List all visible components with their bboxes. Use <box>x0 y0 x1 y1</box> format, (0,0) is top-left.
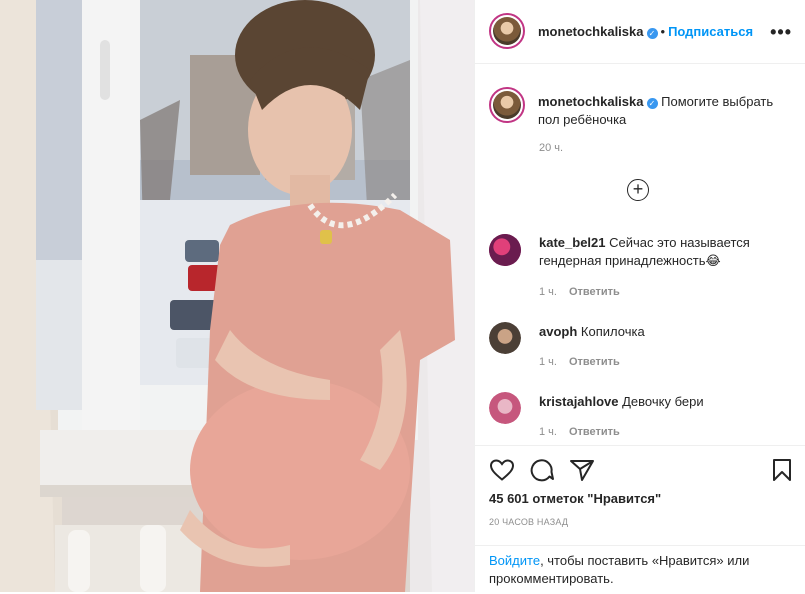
caption-avatar[interactable] <box>489 87 525 123</box>
comment-body: avoph Копилочка <box>539 323 779 341</box>
reply-button[interactable]: Ответить <box>569 286 620 298</box>
follow-button[interactable]: Подписаться <box>668 24 753 39</box>
login-prompt: Войдите, чтобы поставить «Нравится» или … <box>475 545 805 594</box>
post-photo-illustration <box>0 0 474 592</box>
header-user-line: monetochkaliska ✓ • Подписаться <box>538 23 753 41</box>
post-header: monetochkaliska ✓ • Подписаться ••• <box>475 0 805 64</box>
likes-count[interactable]: 45 601 отметок "Нравится" <box>489 491 661 506</box>
reply-button[interactable]: Ответить <box>569 426 620 438</box>
commenter-avatar[interactable] <box>489 322 521 354</box>
comment-time: 1 ч. <box>539 286 557 298</box>
caption-time: 20 ч. <box>539 142 564 154</box>
post-photo[interactable] <box>0 0 474 592</box>
login-text: Войдите, чтобы поставить «Нравится» или … <box>489 552 789 588</box>
login-link[interactable]: Войдите <box>489 553 540 568</box>
post-sidebar: monetochkaliska ✓ • Подписаться ••• monetoc… <box>474 0 805 592</box>
comment-body: kristajahlove Девочку бери <box>539 393 779 411</box>
reply-button[interactable]: Ответить <box>569 356 620 368</box>
commenter-username[interactable]: kristajahlove <box>539 394 619 409</box>
posted-time[interactable]: 20 ЧАСОВ НАЗАД <box>489 517 568 527</box>
commenter-username[interactable]: kate_bel21 <box>539 235 606 250</box>
commenter-avatar[interactable] <box>489 234 521 266</box>
comment-text: Девочку бери <box>622 394 704 409</box>
load-more-comments-button[interactable]: + <box>627 179 649 201</box>
comment-time: 1 ч. <box>539 356 557 368</box>
heart-icon[interactable] <box>489 458 515 482</box>
comment-body: kate_bel21 Сейчас это называется гендерн… <box>539 234 779 270</box>
caption: monetochkaliska ✓ Помогите выбрать пол ре… <box>538 93 788 129</box>
comment-icon[interactable] <box>529 458 555 482</box>
bookmark-icon[interactable] <box>771 458 793 482</box>
comment-time: 1 ч. <box>539 426 557 438</box>
commenter-username[interactable]: avoph <box>539 324 577 339</box>
author-username[interactable]: monetochkaliska <box>538 24 644 39</box>
share-icon[interactable] <box>569 458 595 482</box>
post-actions: 45 601 отметок "Нравится" 20 ЧАСОВ НАЗАД… <box>475 445 805 593</box>
more-options-icon[interactable]: ••• <box>770 22 792 43</box>
commenter-avatar[interactable] <box>489 392 521 424</box>
verified-badge-icon: ✓ <box>646 98 658 109</box>
comment-text: Копилочка <box>580 324 645 339</box>
separator-dot: • <box>660 24 666 39</box>
comment-meta: 1 ч. Ответить <box>539 426 620 438</box>
comment-meta: 1 ч. Ответить <box>539 356 620 368</box>
author-avatar[interactable] <box>489 13 525 49</box>
comment-meta: 1 ч. Ответить <box>539 286 620 298</box>
verified-badge-icon: ✓ <box>646 28 658 39</box>
caption-username[interactable]: monetochkaliska <box>538 94 644 109</box>
